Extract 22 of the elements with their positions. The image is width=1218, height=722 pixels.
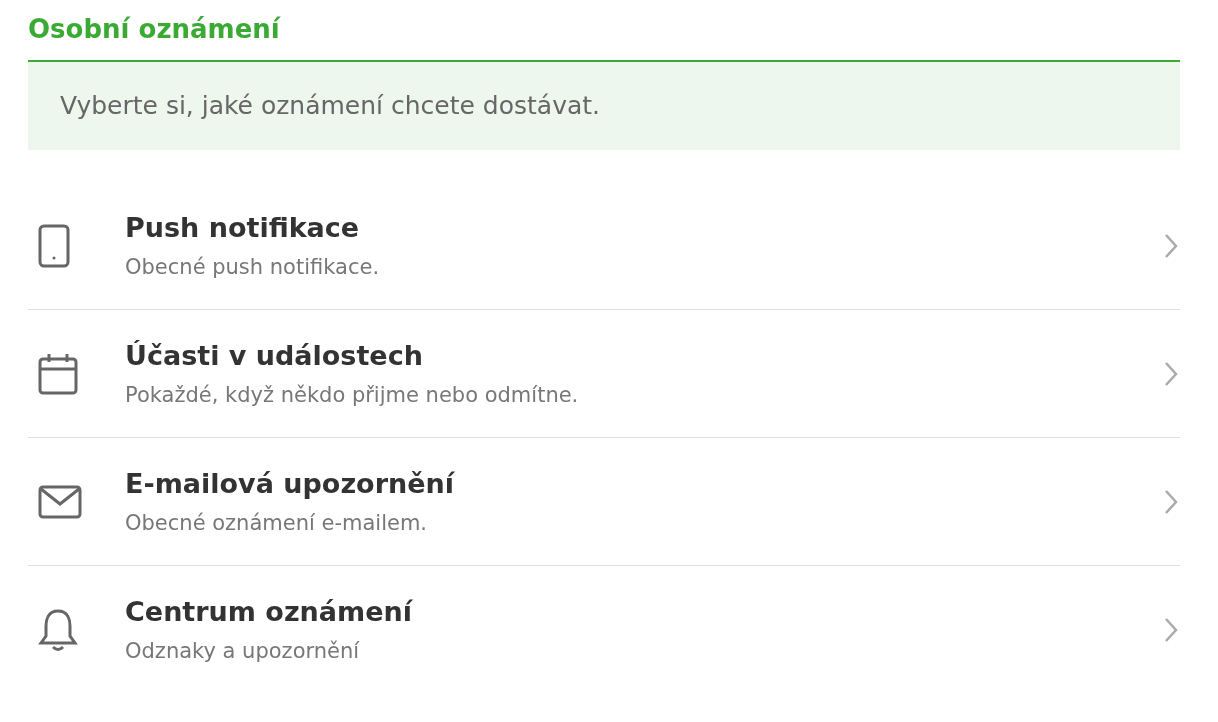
settings-row[interactable]: E-mailová upozornění Obecné oznámení e-mailem.	[28, 438, 1180, 566]
row-title: E-mailová upozornění	[125, 466, 456, 501]
calendar-icon	[38, 352, 78, 395]
row-description: Obecné oznámení e-mailem.	[125, 509, 429, 537]
row-description: Pokaždé, když někdo přijme nebo odmítne.	[125, 381, 580, 409]
section-title: Osobní oznámení	[28, 13, 282, 46]
bell-icon	[38, 607, 78, 652]
chevron-right-icon	[1164, 488, 1178, 515]
settings-row[interactable]: Účasti v událostech Pokaždé, když někdo přijme nebo odmítne.	[28, 310, 1180, 438]
row-description: Obecné push notifikace.	[125, 253, 381, 281]
notice-banner: Vyberte si, jaké oznámení chcete dostávat.	[28, 62, 1180, 150]
chevron-right-icon	[1164, 360, 1178, 387]
mail-icon	[38, 484, 82, 519]
chevron-right-icon	[1164, 616, 1178, 643]
row-title: Účasti v událostech	[125, 338, 424, 373]
settings-row[interactable]: Push notifikace Obecné push notifikace.	[28, 182, 1180, 310]
row-description: Odznaky a upozornění	[125, 637, 361, 665]
row-title: Push notifikace	[125, 210, 361, 245]
row-title: Centrum oznámení	[125, 594, 414, 629]
phone-icon	[38, 223, 70, 268]
settings-row[interactable]: Centrum oznámení Odznaky a upozornění	[28, 566, 1180, 693]
chevron-right-icon	[1164, 232, 1178, 259]
